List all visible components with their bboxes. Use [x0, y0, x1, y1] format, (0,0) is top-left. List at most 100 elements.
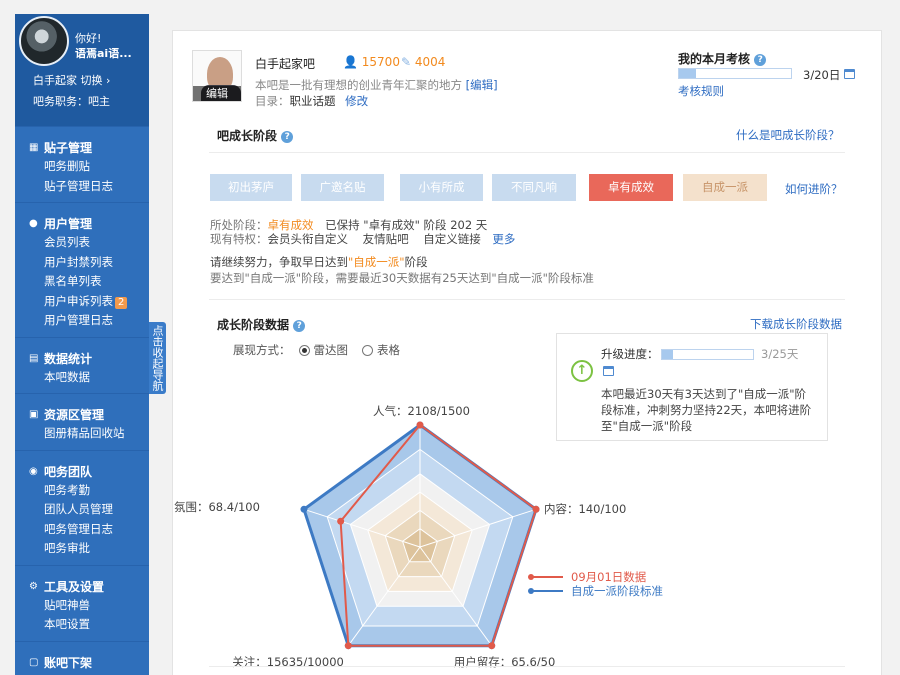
main-panel: 编辑 白手起家吧 👤 15700 ✎ 4004 本吧是一批有理想的创业青年汇聚的…	[172, 30, 882, 675]
help-icon[interactable]: ?	[754, 53, 767, 66]
radar-point[interactable]	[344, 642, 352, 650]
upgrade-progress-fill	[662, 350, 673, 359]
sidebar-group-label: 用户管理	[44, 217, 93, 231]
sidebar-group-title[interactable]: ▤ 数据统计	[15, 350, 149, 368]
calendar-icon[interactable]	[844, 69, 855, 79]
forum-switch[interactable]: 白手起家 切换 ›	[33, 74, 110, 88]
upgrade-label: 升级进度：	[601, 347, 659, 361]
radar-point[interactable]	[532, 505, 540, 513]
bar-chart-icon: ▤	[29, 352, 39, 364]
growth-help-link[interactable]: 什么是吧成长阶段？	[736, 127, 840, 143]
document-icon: ▦	[29, 142, 39, 153]
radar-point[interactable]	[488, 642, 496, 650]
sidebar-group-title[interactable]: ◉ 吧务团队	[15, 463, 149, 481]
sidebar-item-label: 本吧数据	[44, 369, 90, 384]
sidebar-item[interactable]: 吧务删贴	[15, 157, 149, 177]
sidebar-item[interactable]: 本吧数据	[15, 368, 149, 388]
legend-label: 自成一派阶段标准	[571, 584, 663, 598]
sidebar-item[interactable]: 图册精品回收站	[15, 424, 149, 444]
sidebar-nav: ▦ 贴子管理吧务删贴贴子管理日志 ● 用户管理会员列表用户封禁列表 黑名单列表用户申诉列…	[15, 126, 149, 675]
current-stage-label: 所处阶段：	[210, 218, 268, 232]
radar-radio[interactable]	[298, 344, 310, 356]
sidebar-group-label: 贴子管理	[44, 141, 93, 155]
forum-avatar[interactable]: 编辑	[192, 50, 242, 102]
sidebar-item[interactable]: 贴子管理日志	[15, 177, 149, 197]
team-icon: ◉	[29, 465, 38, 477]
edit-description-link[interactable]: [编辑]	[466, 78, 498, 92]
sidebar-group-label: 吧务团队	[44, 464, 93, 479]
sidebar-item[interactable]: 用户封禁列表	[15, 253, 149, 273]
radar-option-label[interactable]: 雷达图	[314, 342, 349, 358]
privilege-list: 会员头衔自定义 友情贴吧 自定义链接	[267, 232, 481, 246]
member-count-value: 15700	[361, 55, 400, 69]
username[interactable]: 语焉ai语...	[75, 47, 132, 61]
radar-point[interactable]	[337, 517, 345, 525]
sidebar: 你好! 语焉ai语... 白手起家 切换 › 吧务职务：吧主 ▦ 贴子管理吧务删贴…	[15, 14, 149, 675]
sidebar-group-title[interactable]: ⚙ 工具及设置	[15, 578, 149, 596]
radar-point[interactable]	[416, 421, 424, 429]
sidebar-item-label: 会员列表	[44, 235, 90, 249]
sidebar-group-title[interactable]: ▢ 账吧下架	[15, 654, 149, 672]
sidebar-item[interactable]: 吧务管理日志	[15, 520, 149, 540]
stage-step: 卓有成效	[589, 174, 673, 201]
sidebar-item[interactable]: 贴吧神兽	[15, 596, 149, 616]
sidebar-item[interactable]: 用户申诉列表 2	[15, 292, 149, 312]
forum-catalog: 目录：职业话题 修改	[255, 93, 368, 109]
sidebar-item-label: 吧务管理日志	[44, 521, 113, 536]
sidebar-item[interactable]: 吧务审批	[15, 539, 149, 559]
how-to-advance-link[interactable]: 如何进阶？	[785, 181, 843, 197]
sidebar-item[interactable]: 吧务考勤	[15, 481, 149, 501]
sidebar-item-label: 本吧设置	[44, 617, 90, 631]
privileges-line: 现有特权：会员头衔自定义 友情贴吧 自定义链接 更多	[210, 231, 515, 247]
sidebar-group: ▢ 账吧下架	[15, 640, 149, 675]
sidebar-group-title[interactable]: ● 用户管理	[15, 215, 149, 233]
sidebar-item-label: 吧务审批	[44, 541, 90, 555]
encourage-target: "自成一派"	[348, 255, 405, 269]
divider	[209, 299, 845, 300]
radar-axis-label: 用户留存：65.6/50	[453, 654, 556, 669]
radar-axis-label: 关注：15635/10000	[232, 654, 344, 669]
sidebar-item[interactable]: 黑名单列表	[15, 272, 149, 292]
radar-axis-label: 人气：2108/1500	[373, 404, 470, 418]
sidebar-item[interactable]: 本吧设置	[15, 615, 149, 635]
legend-line-icon	[528, 588, 563, 594]
sidebar-group: ▦ 贴子管理吧务删贴贴子管理日志	[15, 126, 149, 202]
table-radio[interactable]	[362, 344, 373, 356]
stage-step: 不同凡响	[492, 174, 576, 201]
role-text: 吧务职务：吧主	[33, 95, 110, 108]
growth-section-title: 吧成长阶段 ?	[217, 127, 294, 144]
sidebar-item-label: 用户封禁列表	[44, 254, 113, 269]
more-privileges-link[interactable]: 更多	[492, 232, 515, 246]
radar-axis-label: 内容：140/100	[544, 502, 627, 517]
display-mode-selector: 展现方式： 雷达图 表格	[233, 342, 400, 358]
sidebar-item[interactable]: 团队人员管理	[15, 500, 149, 520]
sidebar-item-label: 吧务删贴	[44, 159, 90, 173]
assessment-progress-fill	[679, 69, 696, 78]
sidebar-item[interactable]: 用户管理日志	[15, 311, 149, 331]
sidebar-item[interactable]: 会员列表	[15, 233, 149, 253]
assessment-rule-link[interactable]: 考核规则	[678, 83, 724, 99]
user-avatar[interactable]	[19, 16, 69, 66]
avatar-edit-button[interactable]: 编辑	[193, 86, 241, 101]
sidebar-item-label: 图册精品回收站	[44, 426, 125, 440]
sidebar-group-title[interactable]: ▦ 贴子管理	[15, 139, 149, 157]
download-data-link[interactable]: 下载成长阶段数据	[750, 316, 842, 332]
greeting: 你好!	[75, 32, 102, 45]
pencil-icon: ✎	[401, 55, 412, 69]
catalog-edit-link[interactable]: 修改	[345, 94, 368, 108]
help-icon[interactable]: ?	[293, 319, 306, 332]
radar-point[interactable]	[300, 505, 308, 513]
display-mode-label: 展现方式：	[233, 343, 291, 357]
assessment-title: 我的本月考核 ?	[678, 50, 767, 67]
collapse-nav-tab[interactable]: 点击收起导航	[149, 322, 166, 394]
legend-line-icon	[528, 574, 563, 580]
help-icon[interactable]: ?	[281, 130, 294, 143]
kept-stage-text: 已保持 "卓有成效" 阶段 202 天	[325, 218, 488, 232]
sidebar-item-label: 黑名单列表	[44, 274, 102, 288]
table-option-label[interactable]: 表格	[377, 342, 400, 358]
divider	[209, 152, 845, 153]
stage-step: 广邀名贴	[301, 174, 384, 201]
encourage-pre: 请继续努力，争取早日达到	[210, 255, 348, 269]
sidebar-group-title[interactable]: ▣ 资源区管理	[15, 406, 149, 424]
sidebar-item-label: 贴子管理日志	[44, 178, 113, 193]
